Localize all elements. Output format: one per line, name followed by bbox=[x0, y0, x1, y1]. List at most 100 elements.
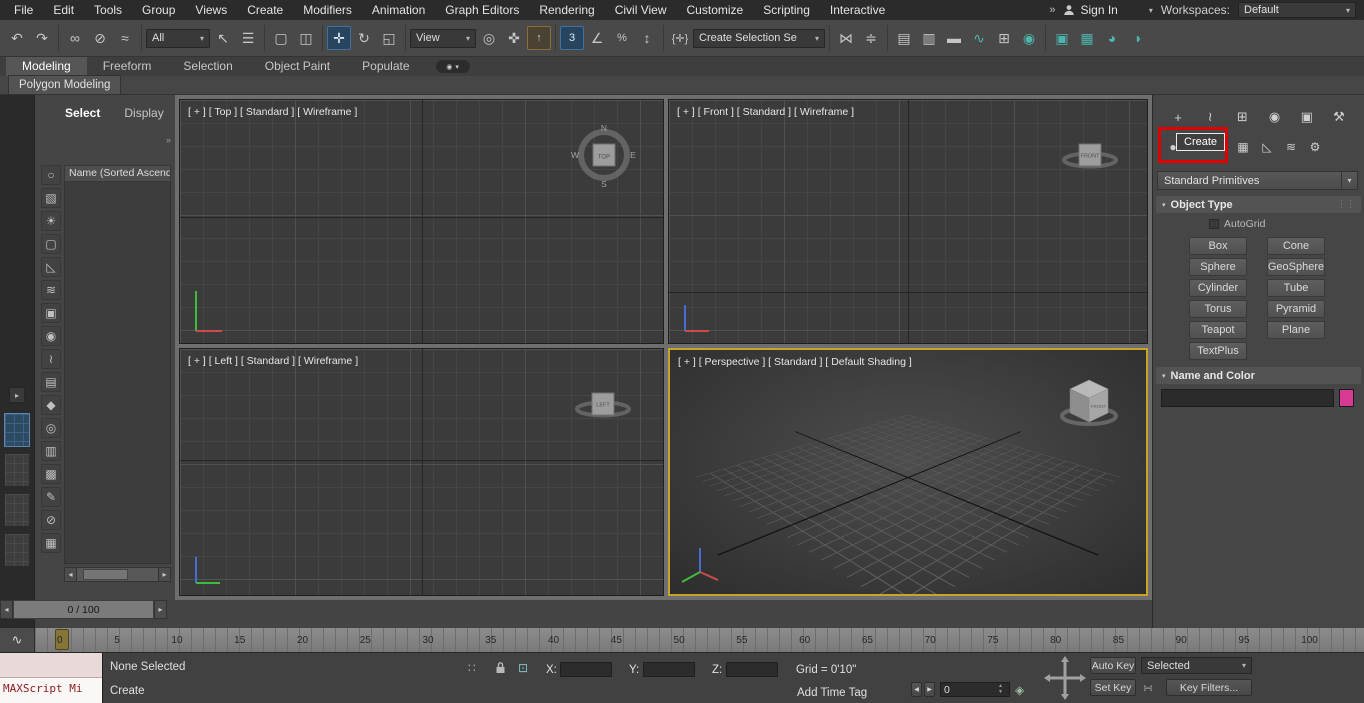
select-and-link-icon[interactable]: ∞ bbox=[63, 26, 87, 50]
ribbon-tab-object-paint[interactable]: Object Paint bbox=[249, 57, 346, 76]
layout-tab[interactable] bbox=[4, 493, 30, 527]
ribbon-subtab-polygon-modeling[interactable]: Polygon Modeling bbox=[8, 75, 122, 94]
selection-lock-icon[interactable] bbox=[494, 660, 507, 675]
category-cameras-icon[interactable]: ▦ bbox=[1233, 137, 1253, 157]
toggle-layer-explorer-icon[interactable]: ▥ bbox=[917, 26, 941, 50]
select-and-scale-icon[interactable]: ◱ bbox=[377, 26, 401, 50]
pyramid-button[interactable]: Pyramid bbox=[1267, 300, 1325, 318]
cone-button[interactable]: Cone bbox=[1267, 237, 1325, 255]
scrollbar-thumb[interactable] bbox=[83, 569, 129, 580]
compass-west-label[interactable]: W bbox=[571, 150, 579, 160]
ribbon-tab-freeform[interactable]: Freeform bbox=[87, 57, 168, 76]
menu-scripting[interactable]: Scripting bbox=[753, 0, 820, 20]
align-icon[interactable]: ≑ bbox=[859, 26, 883, 50]
ribbon-tab-modeling[interactable]: Modeling bbox=[6, 57, 87, 76]
box-button[interactable]: Box bbox=[1189, 237, 1247, 255]
new-key-settings-icon[interactable]: ∺ bbox=[1143, 681, 1153, 695]
sphere-button[interactable]: Sphere bbox=[1189, 258, 1247, 276]
select-and-manipulate-icon[interactable]: ✜ bbox=[502, 26, 526, 50]
edit-list-icon[interactable]: ✎ bbox=[41, 487, 61, 507]
auto-key-button[interactable]: Auto Key bbox=[1090, 657, 1136, 674]
selection-filter-dropdown[interactable]: All ▾ bbox=[146, 28, 210, 48]
x-coordinate-field[interactable] bbox=[560, 662, 612, 677]
next-frame-icon[interactable]: ▸ bbox=[154, 600, 167, 619]
filter-frozen-icon[interactable]: ▦ bbox=[41, 533, 61, 553]
redo-icon[interactable]: ↷ bbox=[30, 26, 54, 50]
object-color-swatch[interactable] bbox=[1339, 389, 1354, 407]
primitive-category-dropdown[interactable]: Standard Primitives ▾ bbox=[1157, 171, 1358, 190]
cylinder-button[interactable]: Cylinder bbox=[1189, 279, 1247, 297]
scrollbar-track[interactable] bbox=[77, 567, 158, 582]
compass-south-label[interactable]: S bbox=[601, 179, 607, 189]
ribbon-tab-populate[interactable]: Populate bbox=[346, 57, 425, 76]
set-key-button[interactable]: Set Key bbox=[1090, 679, 1136, 696]
filter-lights-icon[interactable]: ☀ bbox=[41, 211, 61, 231]
key-mode-toggle-icon[interactable]: ◈ bbox=[1015, 683, 1024, 697]
unlink-selection-icon[interactable]: ⊘ bbox=[88, 26, 112, 50]
viewcube-left[interactable]: LEFT bbox=[568, 369, 638, 439]
filter-materials-icon[interactable]: ▩ bbox=[41, 464, 61, 484]
select-by-name-icon[interactable]: ☰ bbox=[236, 26, 260, 50]
render-iterative-icon[interactable]: ◑ bbox=[1125, 26, 1149, 50]
explorer-object-list[interactable] bbox=[64, 182, 171, 564]
category-systems-icon[interactable]: ⚙ bbox=[1305, 137, 1325, 157]
menu-civil-view[interactable]: Civil View bbox=[605, 0, 677, 20]
ribbon-tab-selection[interactable]: Selection bbox=[167, 57, 248, 76]
filter-spacewarps-icon[interactable]: ≋ bbox=[41, 280, 61, 300]
object-name-field[interactable] bbox=[1161, 389, 1334, 407]
window-crossing-toggle-icon[interactable]: ◫ bbox=[294, 26, 318, 50]
tab-display[interactable]: Display bbox=[124, 106, 163, 120]
menu-animation[interactable]: Animation bbox=[362, 0, 435, 20]
reference-coordinate-dropdown[interactable]: View ▾ bbox=[410, 28, 476, 48]
workspaces-dropdown[interactable]: Default ▾ bbox=[1238, 2, 1356, 18]
render-production-icon[interactable]: ◕ bbox=[1100, 26, 1124, 50]
tab-select[interactable]: Select bbox=[65, 106, 100, 120]
tab-display-icon[interactable]: ▣ bbox=[1296, 106, 1318, 128]
material-editor-icon[interactable]: ◉ bbox=[1017, 26, 1041, 50]
layout-tab-active[interactable] bbox=[4, 413, 30, 447]
category-helpers-icon[interactable]: ◺ bbox=[1257, 137, 1277, 157]
viewport-perspective[interactable]: [ + ] [ Perspective ] [ Standard ] [ Def… bbox=[668, 348, 1148, 596]
textplus-button[interactable]: TextPlus bbox=[1189, 342, 1247, 360]
key-filters-button[interactable]: Key Filters... bbox=[1166, 679, 1252, 696]
menubar-overflow-icon[interactable]: » bbox=[1049, 4, 1055, 16]
plane-button[interactable]: Plane bbox=[1267, 321, 1325, 339]
compass-north-label[interactable]: N bbox=[601, 123, 607, 133]
previous-frame-icon[interactable]: ◂ bbox=[0, 600, 13, 619]
absolute-mode-icon[interactable]: ⊡ bbox=[518, 661, 528, 675]
ribbon-config-dropdown[interactable]: ◉ ▾ bbox=[435, 60, 470, 73]
explorer-horizontal-scrollbar[interactable]: ◂ ▸ bbox=[64, 567, 171, 582]
transform-typein-icon[interactable]: ∷ bbox=[468, 661, 476, 675]
filter-geometry-icon[interactable]: ▧ bbox=[41, 188, 61, 208]
viewcube-perspective[interactable]: FRONT bbox=[1052, 368, 1126, 438]
select-object-icon[interactable]: ↖ bbox=[211, 26, 235, 50]
menu-modifiers[interactable]: Modifiers bbox=[293, 0, 362, 20]
layout-tab[interactable] bbox=[4, 453, 30, 487]
filter-xrefs-icon[interactable]: ◆ bbox=[41, 395, 61, 415]
track-bar[interactable]: ∿ 0 5 10 15 20 25 30 35 40 45 50 55 60 6… bbox=[0, 628, 1364, 652]
filter-layers-icon[interactable]: ▥ bbox=[41, 441, 61, 461]
filter-hidden-icon[interactable]: ⊘ bbox=[41, 510, 61, 530]
scroll-left-icon[interactable]: ◂ bbox=[64, 567, 77, 582]
scroll-right-icon[interactable]: ▸ bbox=[158, 567, 171, 582]
select-and-rotate-icon[interactable]: ↻ bbox=[352, 26, 376, 50]
selection-set-dropdown[interactable]: Selected ▾ bbox=[1141, 657, 1252, 674]
frame-step-forward-icon[interactable]: ▶ bbox=[924, 682, 935, 697]
menu-views[interactable]: Views bbox=[185, 0, 237, 20]
tab-modify-icon[interactable]: ≀ bbox=[1199, 106, 1221, 128]
filter-particles-icon[interactable]: ◉ bbox=[41, 326, 61, 346]
named-selection-dropdown[interactable]: Create Selection Se ▾ bbox=[693, 28, 825, 48]
tab-create-icon[interactable]: + bbox=[1167, 106, 1189, 128]
name-color-rollout-header[interactable]: ▾ Name and Color bbox=[1156, 367, 1361, 384]
filter-containers-icon[interactable]: ◎ bbox=[41, 418, 61, 438]
frame-spinner[interactable]: ▲ ▼ bbox=[998, 682, 1003, 697]
angle-snap-icon[interactable]: ∠ bbox=[585, 26, 609, 50]
tab-motion-icon[interactable]: ◉ bbox=[1264, 106, 1286, 128]
filter-groups-icon[interactable]: ▤ bbox=[41, 372, 61, 392]
viewcube-top[interactable]: TOP N W E S bbox=[569, 120, 639, 190]
rollout-grip-icon[interactable]: ⋮⋮ bbox=[1337, 199, 1355, 210]
z-coordinate-field[interactable] bbox=[726, 662, 778, 677]
render-setup-icon[interactable]: ▣ bbox=[1050, 26, 1074, 50]
schematic-view-icon[interactable]: ⊞ bbox=[992, 26, 1016, 50]
menu-edit[interactable]: Edit bbox=[43, 0, 84, 20]
